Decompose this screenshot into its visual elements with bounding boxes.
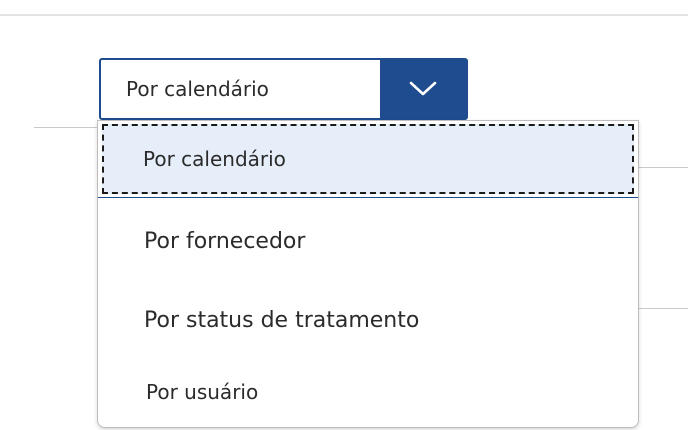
option-por-status-de-tratamento[interactable]: Por status de tratamento	[98, 281, 638, 359]
select-current-value: Por calendário	[126, 77, 269, 101]
option-por-calendario[interactable]: Por calendário	[102, 124, 634, 194]
top-divider	[0, 0, 688, 16]
dropdown-listbox: Por calendário Por fornecedor Por status…	[97, 120, 639, 428]
option-separator	[98, 197, 638, 198]
filter-select[interactable]: Por calendário	[99, 58, 468, 120]
option-por-fornecedor[interactable]: Por fornecedor	[98, 201, 638, 281]
background-divider	[638, 308, 688, 309]
background-divider	[34, 127, 100, 128]
dropdown-toggle-button[interactable]	[380, 60, 466, 118]
chevron-down-icon	[409, 81, 437, 96]
option-por-usuario[interactable]: Por usuário	[98, 359, 638, 425]
background-divider	[638, 167, 688, 168]
